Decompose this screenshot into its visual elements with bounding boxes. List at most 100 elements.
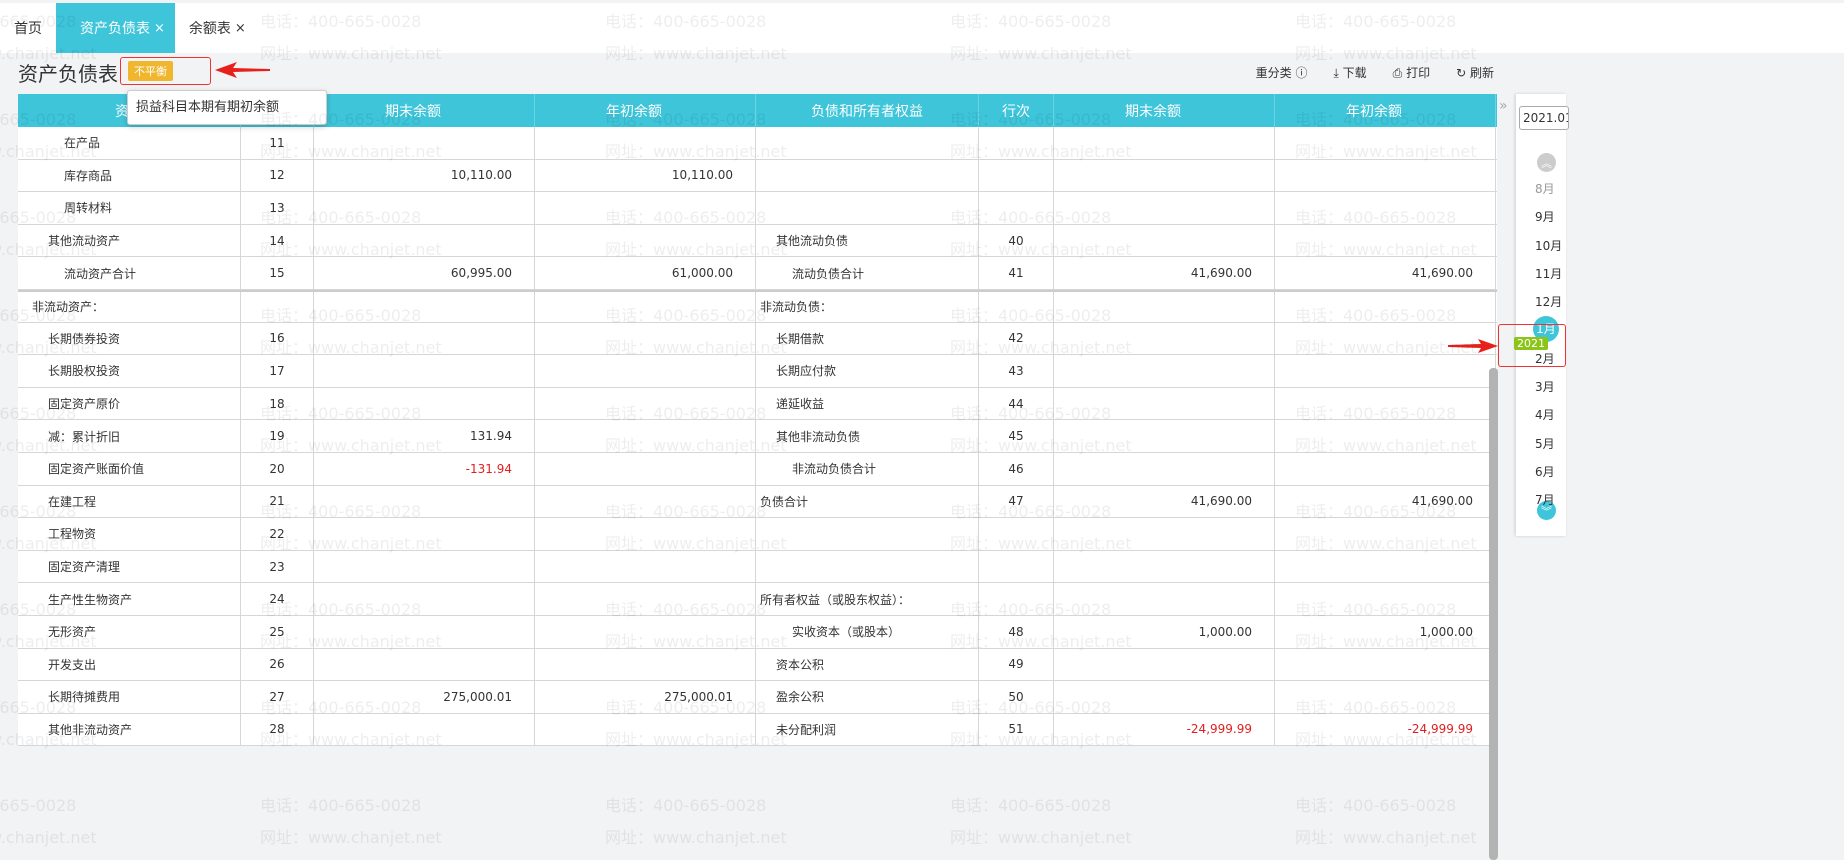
asset-line-cell: 17 <box>241 355 314 387</box>
asset-begin-cell <box>535 224 756 257</box>
asset-line-cell: 15 <box>241 257 314 289</box>
month-item[interactable]: 7月 <box>1535 491 1555 508</box>
table-row: 工程物资 22 <box>18 518 1497 551</box>
liab-end-cell <box>1054 224 1275 257</box>
asset-line-cell: 26 <box>241 648 314 681</box>
liab-begin-cell <box>1275 681 1496 713</box>
watermark-text: 电话：400-665-0028 <box>950 796 1112 815</box>
print-button[interactable]: ⎙ 打印 <box>1393 64 1430 81</box>
asset-line-cell: 19 <box>241 420 314 452</box>
watermark-text: 电话：400-665-0028 <box>1295 796 1457 815</box>
liab-line-cell: 50 <box>979 681 1054 713</box>
asset-line-cell <box>241 291 314 322</box>
asset-begin-cell <box>535 713 756 746</box>
liab-line-cell <box>979 550 1054 583</box>
asset-name-cell: 减：累计折旧 <box>18 420 241 452</box>
table-row: 固定资产清理 23 <box>18 550 1497 584</box>
liab-end-cell: 41,690.00 <box>1054 257 1275 289</box>
liab-name-cell <box>756 518 979 550</box>
asset-begin-cell <box>535 127 756 159</box>
month-item[interactable]: 9月 <box>1535 208 1555 225</box>
table-row: 其他非流动资产 28 未分配利润 51 -24,999.99 -24,999.99 <box>18 713 1497 747</box>
month-item[interactable]: 12月 <box>1535 293 1562 310</box>
close-icon[interactable]: × <box>235 21 246 36</box>
table-row: 在建工程 21 负债合计 47 41,690.00 41,690.00 <box>18 485 1497 519</box>
watermark-text: 网址：www.chanjet.net <box>0 828 97 847</box>
liab-end-cell <box>1054 420 1275 452</box>
asset-end-cell <box>314 615 535 648</box>
liab-end-cell: 1,000.00 <box>1054 615 1275 648</box>
help-icon[interactable]: ⓘ <box>1295 66 1307 80</box>
asset-line-cell: 27 <box>241 681 314 713</box>
balance-sheet-table: 资产行次期末余额年初余额负债和所有者权益行次期末余额年初余额 在产品11库存商品… <box>18 94 1497 747</box>
table-row: 流动资产合计 15 60,995.00 61,000.00 流动负债合计 41 41,690… <box>18 257 1497 290</box>
table-row: 减：累计折旧 19 131.94 其他非流动负债 45 <box>18 420 1497 453</box>
asset-begin-cell <box>535 550 756 583</box>
month-item[interactable]: 10月 <box>1535 237 1562 254</box>
liab-end-cell <box>1054 387 1275 420</box>
asset-end-cell <box>314 127 535 159</box>
scroll-up-icon[interactable]: ︽ <box>1537 153 1556 172</box>
table-row: 库存商品 12 10,110.00 10,110.00 <box>18 159 1497 193</box>
asset-begin-cell <box>535 387 756 420</box>
liab-line-cell: 43 <box>979 355 1054 387</box>
close-icon[interactable]: × <box>154 21 165 36</box>
liab-line-cell: 44 <box>979 387 1054 420</box>
month-item[interactable]: 8月 <box>1535 180 1555 197</box>
period-input[interactable]: 2021.01 <box>1519 106 1569 130</box>
refresh-label: 刷新 <box>1469 66 1494 80</box>
asset-name-cell: 固定资产账面价值 <box>18 452 241 485</box>
liab-name-cell <box>756 127 979 159</box>
download-button[interactable]: ⤓ 下载 <box>1333 64 1366 81</box>
liab-end-cell <box>1054 681 1275 713</box>
liab-begin-cell <box>1275 518 1496 550</box>
table-row: 长期债券投资 16 长期借款 42 <box>18 322 1497 356</box>
liab-name-cell <box>756 192 979 224</box>
expand-panel-icon[interactable]: » <box>1499 98 1508 114</box>
tab-trial-balance[interactable]: 余额表 × <box>175 3 260 53</box>
liab-end-cell <box>1054 159 1275 192</box>
tab-balance-sheet[interactable]: 资产负债表 × <box>56 3 175 53</box>
vertical-scrollbar[interactable] <box>1489 368 1498 860</box>
table-row: 固定资产账面价值 20 -131.94 非流动负债合计 46 <box>18 452 1497 486</box>
month-item[interactable]: 6月 <box>1535 463 1555 480</box>
table-body: 在产品 11 库存商品 12 10,110.00 10,110.00 周转材料 13 其他流动资… <box>18 127 1497 747</box>
table-row: 生产性生物资产 24 所有者权益（或股东权益）： <box>18 583 1497 616</box>
month-item[interactable]: 4月 <box>1535 406 1555 423</box>
liab-end-cell <box>1054 648 1275 681</box>
tab-bar: 首页 资产负债表 × 余额表 × <box>0 3 1844 53</box>
asset-name-cell: 固定资产原价 <box>18 387 241 420</box>
asset-end-cell <box>314 485 535 518</box>
asset-name-cell: 长期待摊费用 <box>18 681 241 713</box>
table-row: 在产品 11 <box>18 127 1497 160</box>
liab-line-cell <box>979 192 1054 224</box>
refresh-button[interactable]: ↻ 刷新 <box>1456 64 1494 81</box>
liab-begin-cell <box>1275 224 1496 257</box>
table-row: 非流动资产： 非流动负债： <box>18 289 1497 323</box>
asset-end-cell <box>314 322 535 355</box>
liab-name-cell: 其他非流动负债 <box>756 420 979 452</box>
asset-name-cell: 非流动资产： <box>18 291 241 322</box>
asset-begin-cell <box>535 420 756 452</box>
asset-begin-cell <box>535 583 756 615</box>
asset-line-cell: 25 <box>241 615 314 648</box>
reclassify-button[interactable]: 重分类 ⓘ <box>1256 64 1308 81</box>
liab-begin-cell <box>1275 452 1496 485</box>
download-icon: ⤓ <box>1333 66 1339 80</box>
asset-name-cell: 其他流动资产 <box>18 224 241 257</box>
watermark-text: 网址：www.chanjet.net <box>260 828 442 847</box>
liab-line-cell <box>979 159 1054 192</box>
liab-name-cell: 资本公积 <box>756 648 979 681</box>
tab-label: 余额表 <box>188 21 231 37</box>
table-row: 其他流动资产 14 其他流动负债 40 <box>18 224 1497 258</box>
liab-end-cell <box>1054 127 1275 159</box>
tab-home[interactable]: 首页 <box>0 3 56 53</box>
month-item[interactable]: 11月 <box>1535 265 1562 282</box>
liab-name-cell: 负债合计 <box>756 485 979 518</box>
liab-line-cell <box>979 583 1054 615</box>
month-item[interactable]: 5月 <box>1535 435 1555 452</box>
asset-begin-cell <box>535 322 756 355</box>
status-badge[interactable]: 不平衡 <box>128 61 173 81</box>
month-item[interactable]: 3月 <box>1535 378 1555 395</box>
asset-begin-cell <box>535 648 756 681</box>
